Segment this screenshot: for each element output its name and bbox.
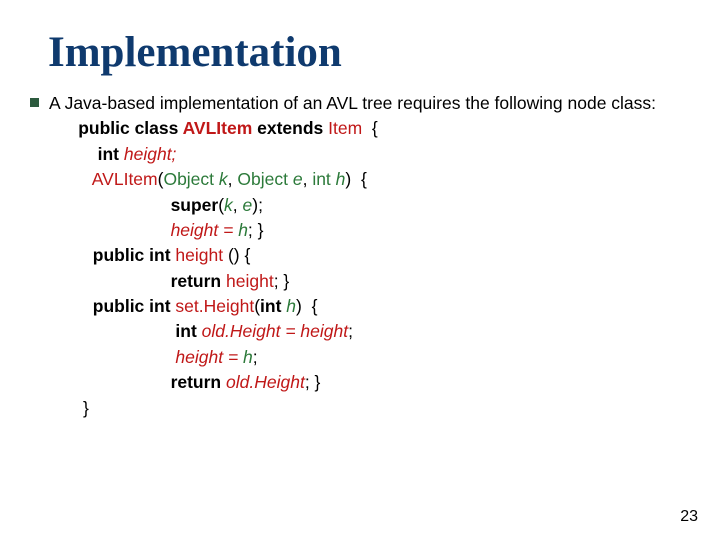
- comma: ,: [303, 169, 313, 189]
- brace: {: [351, 169, 367, 189]
- semi: ;: [348, 321, 353, 341]
- intro-text: A Java-based implementation of an AVL tr…: [49, 91, 656, 116]
- pname: k: [224, 195, 233, 215]
- ptype-int: int: [260, 296, 286, 316]
- tail: ; }: [274, 271, 290, 291]
- kw-int: int: [98, 144, 124, 164]
- method-height: height: [175, 245, 223, 265]
- ret-height: height: [226, 271, 274, 291]
- code-block: public class AVLItem extends Item { int …: [49, 116, 656, 421]
- tail: ; }: [305, 372, 321, 392]
- page-number: 23: [680, 508, 698, 526]
- kw-super: super: [171, 195, 219, 215]
- brace: {: [302, 296, 318, 316]
- pname: e: [243, 195, 253, 215]
- kw-int: int: [149, 296, 175, 316]
- ctor: AVLItem: [92, 169, 158, 189]
- super-name: Item: [328, 118, 362, 138]
- close-brace: }: [83, 398, 89, 418]
- brace: {: [244, 245, 250, 265]
- ptype: Object: [163, 169, 218, 189]
- class-name: AVLItem: [183, 118, 253, 138]
- oldheight-ret: old.Height: [226, 372, 305, 392]
- assign-height: height =: [175, 347, 243, 367]
- bullet-icon: [30, 98, 39, 107]
- kw-return: return: [171, 372, 226, 392]
- tail: ; }: [248, 220, 264, 240]
- oldheight: old.Height = height: [202, 321, 348, 341]
- method-setheight: set.Height: [175, 296, 254, 316]
- parens: (): [223, 245, 244, 265]
- kw-public: public: [93, 245, 149, 265]
- kw-public-class: public class: [78, 118, 182, 138]
- ptype: Object: [237, 169, 292, 189]
- field-height: height;: [124, 144, 177, 164]
- pname: h: [243, 347, 253, 367]
- kw-return: return: [171, 271, 226, 291]
- ptype: int: [312, 169, 335, 189]
- pname: h: [286, 296, 296, 316]
- comma: ,: [228, 169, 238, 189]
- pname: h: [238, 220, 248, 240]
- slide-body: A Java-based implementation of an AVL tr…: [30, 91, 690, 421]
- content: A Java-based implementation of an AVL tr…: [49, 91, 656, 421]
- brace: {: [362, 118, 378, 138]
- kw-extends: extends: [252, 118, 328, 138]
- kw-public: public: [93, 296, 149, 316]
- pname: e: [293, 169, 303, 189]
- semi: ;: [258, 195, 263, 215]
- pname: k: [219, 169, 228, 189]
- slide: Implementation A Java-based implementati…: [0, 0, 720, 421]
- semi: ;: [253, 347, 258, 367]
- pname: h: [336, 169, 346, 189]
- slide-title: Implementation: [48, 28, 690, 77]
- kw-int: int: [149, 245, 175, 265]
- comma: ,: [233, 195, 243, 215]
- assign-height: height =: [171, 220, 239, 240]
- kw-int: int: [175, 321, 201, 341]
